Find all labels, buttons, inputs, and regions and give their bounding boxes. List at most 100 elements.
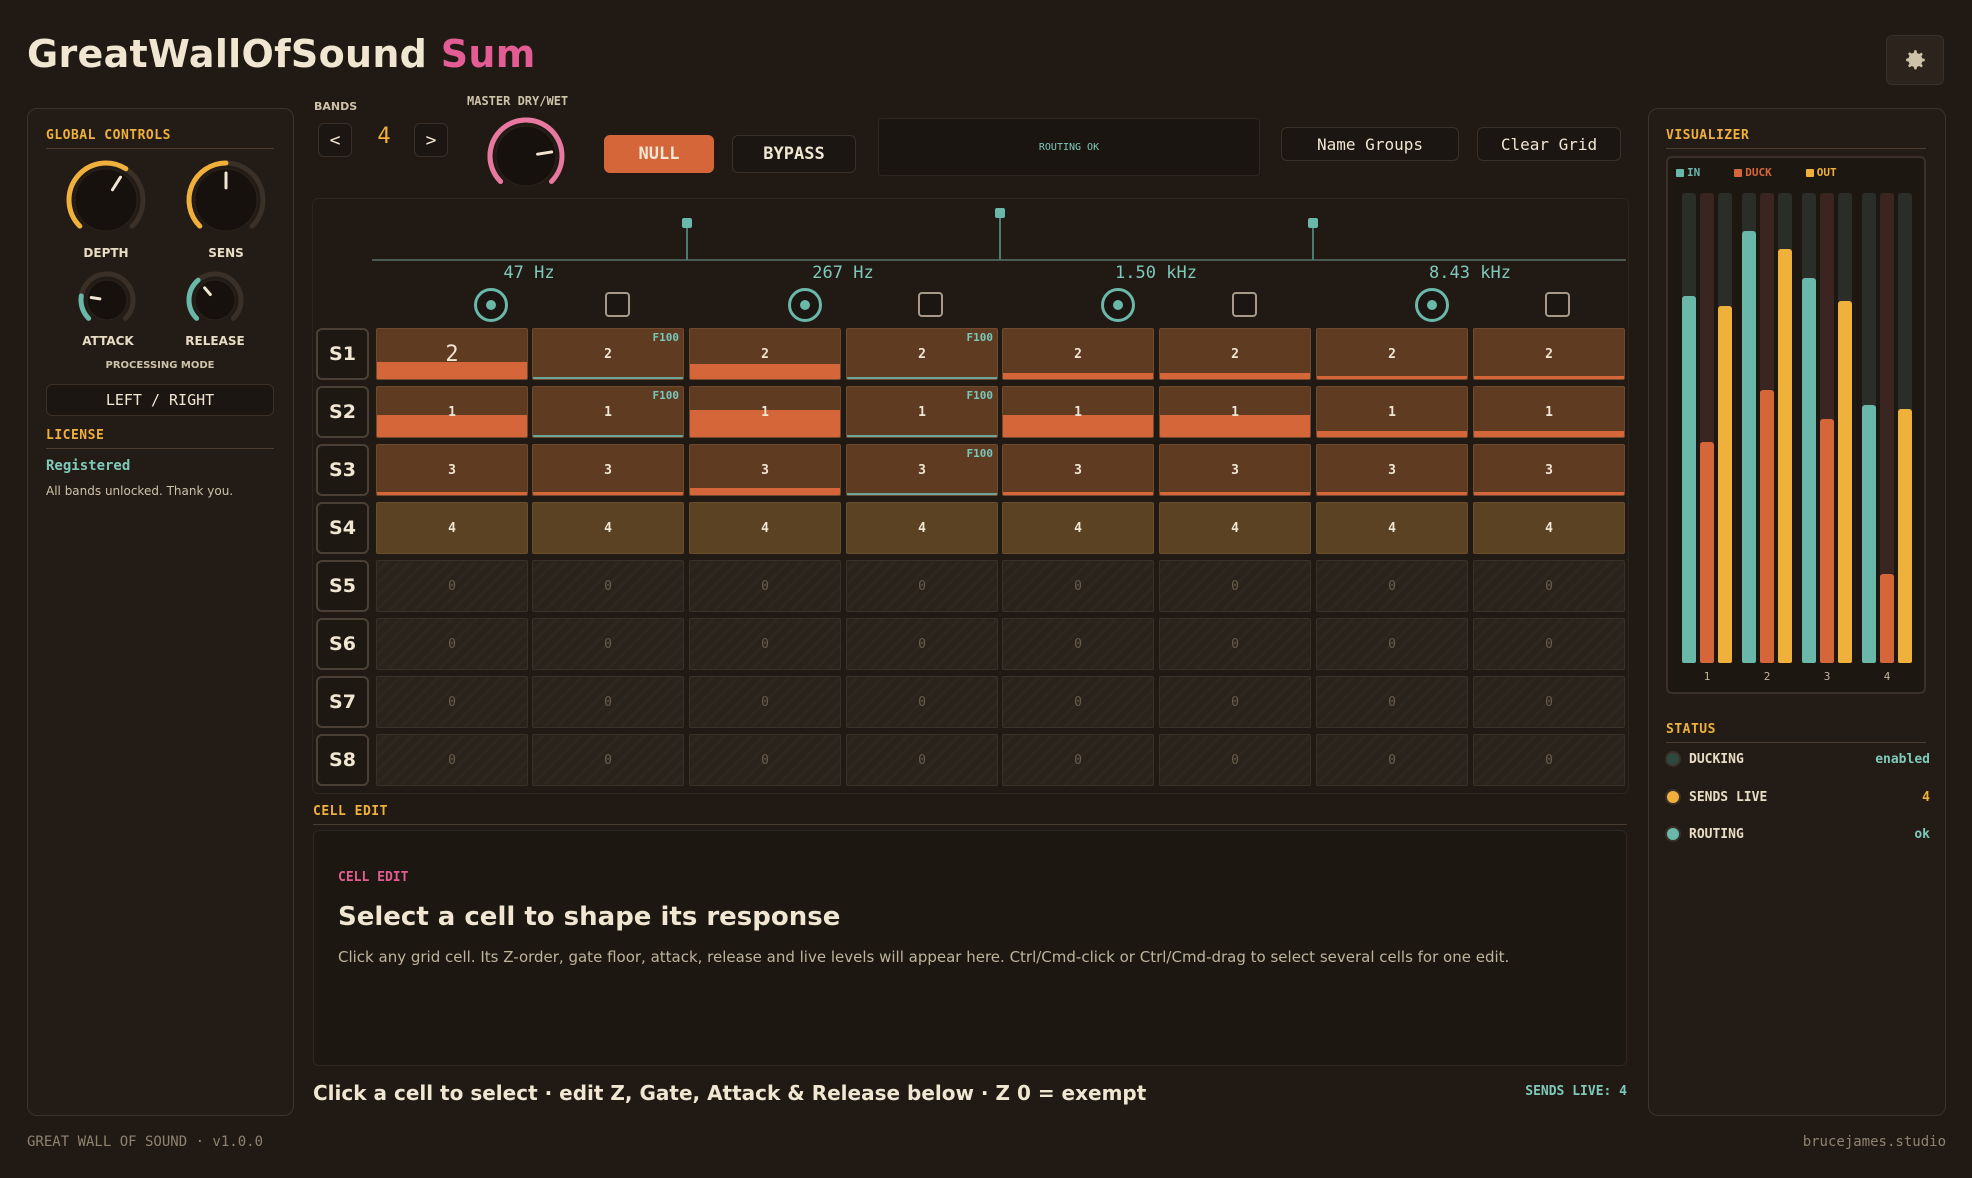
grid-cell[interactable]: 4 [376, 502, 528, 554]
grid-cell[interactable]: 0 [1159, 618, 1311, 670]
grid-cell[interactable]: 1 [1473, 386, 1625, 438]
clear-grid-button[interactable]: Clear Grid [1477, 127, 1621, 161]
grid-cell[interactable]: 2 F100 [846, 328, 998, 380]
grid-cell[interactable]: 0 [1473, 734, 1625, 786]
grid-cell[interactable]: 1 [689, 386, 841, 438]
send-row-label-7[interactable]: S7 [316, 676, 369, 728]
grid-cell[interactable]: 0 [532, 734, 684, 786]
grid-cell[interactable]: 3 F100 [846, 444, 998, 496]
crossover-handle-3-dot[interactable] [1308, 218, 1318, 228]
grid-cell[interactable]: 3 [532, 444, 684, 496]
grid-cell[interactable]: 0 [1473, 560, 1625, 612]
band-1-checkbox[interactable] [605, 292, 630, 317]
grid-cell[interactable]: 1 [376, 386, 528, 438]
grid-cell[interactable]: 3 [1316, 444, 1468, 496]
grid-cell[interactable]: 0 [1316, 734, 1468, 786]
grid-cell[interactable]: 4 [1473, 502, 1625, 554]
settings-button[interactable] [1886, 35, 1944, 85]
grid-cell[interactable]: 4 [532, 502, 684, 554]
crossover-handle-1-dot[interactable] [682, 218, 692, 228]
cell-z-value: 4 [448, 520, 456, 536]
bands-prev-button[interactable]: < [318, 123, 352, 157]
sens-knob[interactable] [186, 160, 266, 232]
grid-cell[interactable]: 0 [1002, 560, 1154, 612]
grid-cell[interactable]: 2 [689, 328, 841, 380]
grid-cell[interactable]: 0 [1473, 618, 1625, 670]
grid-cell[interactable]: 0 [1159, 676, 1311, 728]
footer-studio-link[interactable]: brucejames.studio [1700, 1134, 1946, 1150]
grid-cell[interactable]: 3 [689, 444, 841, 496]
grid-cell[interactable]: 0 [532, 618, 684, 670]
band-4-checkbox[interactable] [1545, 292, 1570, 317]
grid-cell[interactable]: 2 [1473, 328, 1625, 380]
grid-cell[interactable]: 0 [376, 560, 528, 612]
grid-cell[interactable]: 0 [376, 618, 528, 670]
grid-cell[interactable]: 1 [1316, 386, 1468, 438]
grid-cell[interactable]: 0 [1002, 618, 1154, 670]
bands-next-button[interactable]: > [414, 123, 448, 157]
grid-cell[interactable]: 0 [1316, 560, 1468, 612]
grid-cell[interactable]: 0 [846, 560, 998, 612]
grid-cell[interactable]: 2 [1002, 328, 1154, 380]
master-dry-wet-dial[interactable] [487, 117, 565, 187]
grid-cell[interactable]: 3 [376, 444, 528, 496]
grid-cell[interactable]: 4 [1002, 502, 1154, 554]
grid-cell[interactable]: 0 [689, 560, 841, 612]
attack-knob[interactable] [78, 271, 136, 321]
cell-z-value: 0 [448, 578, 456, 594]
grid-cell[interactable]: 0 [532, 676, 684, 728]
band-2-knob[interactable] [788, 288, 822, 322]
send-row-label-3[interactable]: S3 [316, 444, 369, 496]
grid-cell[interactable]: 2 [1159, 328, 1311, 380]
send-row-label-1[interactable]: S1 [316, 328, 369, 380]
grid-cell[interactable]: 0 [689, 734, 841, 786]
grid-cell[interactable]: 2 [1316, 328, 1468, 380]
grid-cell[interactable]: 4 [689, 502, 841, 554]
grid-cell[interactable]: 0 [689, 618, 841, 670]
band-3-knob[interactable] [1101, 288, 1135, 322]
grid-cell[interactable]: 3 [1002, 444, 1154, 496]
band-4-knob[interactable] [1415, 288, 1449, 322]
send-row-label-5[interactable]: S5 [316, 560, 369, 612]
grid-cell[interactable]: 2 F100 [532, 328, 684, 380]
grid-cell[interactable]: 0 [846, 676, 998, 728]
grid-cell[interactable]: 0 [1316, 676, 1468, 728]
grid-cell[interactable]: 0 [1316, 618, 1468, 670]
grid-cell[interactable]: 0 [1002, 734, 1154, 786]
processing-mode-select[interactable]: LEFT / RIGHT [46, 384, 274, 416]
grid-cell[interactable]: 3 [1473, 444, 1625, 496]
grid-cell[interactable]: 0 [1159, 560, 1311, 612]
grid-cell[interactable]: 1 F100 [846, 386, 998, 438]
grid-cell[interactable]: 4 [846, 502, 998, 554]
master-dry-wet-knob[interactable] [484, 114, 568, 198]
band-2-checkbox[interactable] [918, 292, 943, 317]
grid-cell[interactable]: 0 [376, 676, 528, 728]
send-row-label-2[interactable]: S2 [316, 386, 369, 438]
grid-cell[interactable]: 1 [1002, 386, 1154, 438]
name-groups-button[interactable]: Name Groups [1281, 127, 1459, 161]
bypass-button[interactable]: BYPASS [732, 135, 856, 173]
grid-cell[interactable]: 0 [846, 734, 998, 786]
send-row-label-8[interactable]: S8 [316, 734, 369, 786]
grid-cell[interactable]: 0 [376, 734, 528, 786]
grid-cell[interactable]: 1 F100 [532, 386, 684, 438]
grid-cell[interactable]: 3 [1159, 444, 1311, 496]
grid-cell[interactable]: 0 [532, 560, 684, 612]
grid-cell[interactable]: 4 [1316, 502, 1468, 554]
crossover-handle-2-dot[interactable] [995, 208, 1005, 218]
band-1-knob[interactable] [474, 288, 508, 322]
null-button[interactable]: NULL [604, 135, 714, 173]
grid-cell[interactable]: 0 [846, 618, 998, 670]
grid-cell[interactable]: 1 [1159, 386, 1311, 438]
grid-cell[interactable]: 2 [376, 328, 528, 380]
grid-cell[interactable]: 0 [1159, 734, 1311, 786]
grid-cell[interactable]: 0 [1002, 676, 1154, 728]
send-row-label-6[interactable]: S6 [316, 618, 369, 670]
band-3-checkbox[interactable] [1232, 292, 1257, 317]
grid-cell[interactable]: 4 [1159, 502, 1311, 554]
release-knob[interactable] [186, 271, 244, 321]
depth-knob[interactable] [66, 160, 146, 232]
grid-cell[interactable]: 0 [1473, 676, 1625, 728]
send-row-label-4[interactable]: S4 [316, 502, 369, 554]
grid-cell[interactable]: 0 [689, 676, 841, 728]
